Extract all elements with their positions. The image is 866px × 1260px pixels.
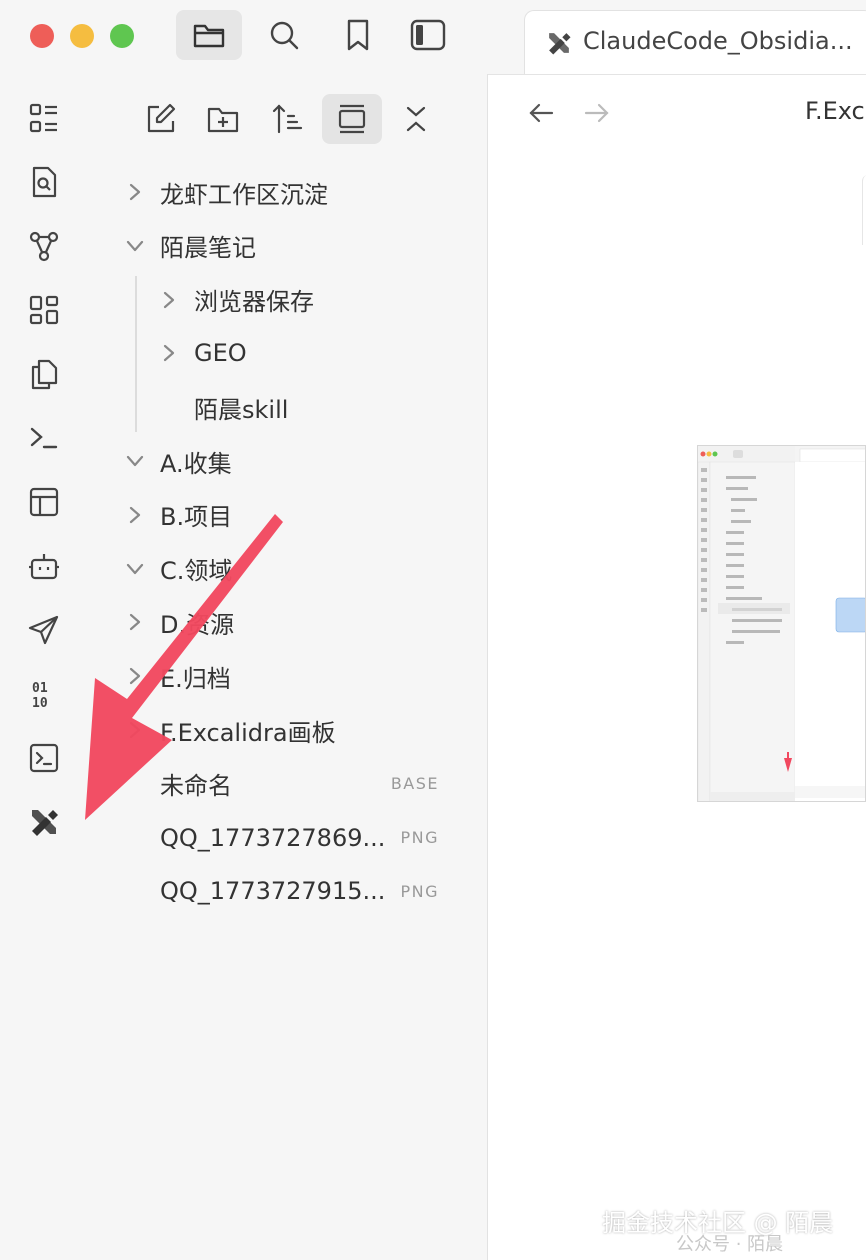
annotation-arrow xyxy=(85,514,283,820)
